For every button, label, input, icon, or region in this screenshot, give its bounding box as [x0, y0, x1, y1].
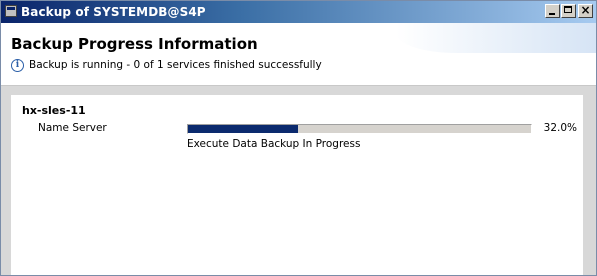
page-title: Backup Progress Information [11, 35, 258, 53]
progress-bar-fill [188, 125, 298, 133]
window-title: Backup of SYSTEMDB@S4P [21, 5, 206, 19]
maximize-button[interactable] [561, 4, 576, 18]
header-decoration [396, 23, 596, 53]
host-name: hx-sles-11 [22, 104, 86, 117]
service-name: Name Server [38, 122, 107, 134]
progress-percentage: 32.0% [543, 122, 577, 134]
info-text: Backup is running - 0 of 1 services fini… [29, 59, 322, 71]
progress-bar [187, 124, 532, 134]
info-message: i Backup is running - 0 of 1 services fi… [11, 57, 322, 73]
close-icon: × [580, 3, 591, 17]
header-area: Backup Progress Information i Backup is … [1, 23, 596, 87]
close-button[interactable]: × [578, 3, 593, 18]
maximize-icon [564, 6, 572, 13]
backup-window: Backup of SYSTEMDB@S4P × Backup Progress… [0, 0, 597, 276]
progress-panel: hx-sles-11 Name Server 32.0% Execute Dat… [11, 95, 583, 275]
info-icon: i [11, 58, 24, 72]
minimize-icon [549, 13, 555, 15]
content-area: hx-sles-11 Name Server 32.0% Execute Dat… [1, 86, 596, 275]
title-bar[interactable]: Backup of SYSTEMDB@S4P × [1, 1, 596, 23]
service-status: Execute Data Backup In Progress [187, 138, 361, 150]
window-controls: × [544, 3, 593, 18]
minimize-button[interactable] [545, 4, 560, 18]
app-window-icon[interactable] [5, 5, 17, 17]
